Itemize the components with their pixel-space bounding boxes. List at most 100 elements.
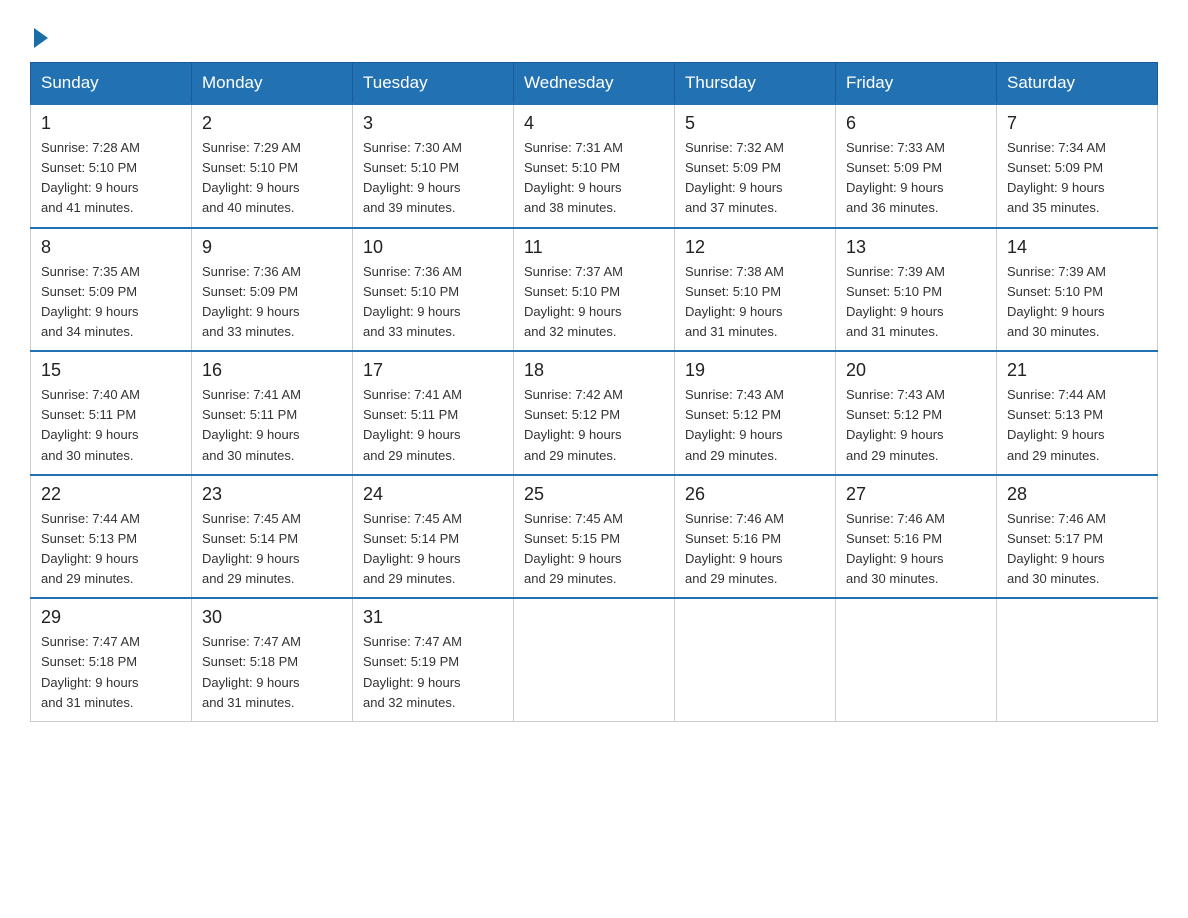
- day-number: 26: [685, 484, 825, 505]
- day-info: Sunrise: 7:31 AMSunset: 5:10 PMDaylight:…: [524, 140, 623, 215]
- table-row: 16 Sunrise: 7:41 AMSunset: 5:11 PMDayligh…: [192, 351, 353, 475]
- table-row: 26Sunrise: 7:46 AMSunset: 5:16 PMDayligh…: [675, 475, 836, 599]
- day-number: 14: [1007, 237, 1147, 258]
- day-number: 29: [41, 607, 181, 628]
- table-row: [514, 598, 675, 721]
- table-row: [836, 598, 997, 721]
- day-number: 2: [202, 113, 342, 134]
- day-number: 24: [363, 484, 503, 505]
- logo: [30, 26, 48, 44]
- day-info: Sunrise: 7:47 AMSunset: 5:18 PMDaylight:…: [41, 634, 140, 709]
- calendar-week-row: 22Sunrise: 7:44 AMSunset: 5:13 PMDayligh…: [31, 475, 1158, 599]
- table-row: 6 Sunrise: 7:33 AMSunset: 5:09 PMDaylight…: [836, 104, 997, 228]
- day-info: Sunrise: 7:37 AMSunset: 5:10 PMDaylight:…: [524, 264, 623, 339]
- day-info: Sunrise: 7:44 AMSunset: 5:13 PMDaylight:…: [1007, 387, 1106, 462]
- day-info: Sunrise: 7:44 AMSunset: 5:13 PMDaylight:…: [41, 511, 140, 586]
- table-row: 1 Sunrise: 7:28 AMSunset: 5:10 PMDaylight…: [31, 104, 192, 228]
- table-row: 29 Sunrise: 7:47 AMSunset: 5:18 PMDayligh…: [31, 598, 192, 721]
- col-header-sunday: Sunday: [31, 63, 192, 105]
- day-number: 25: [524, 484, 664, 505]
- day-info: Sunrise: 7:46 AMSunset: 5:17 PMDaylight:…: [1007, 511, 1106, 586]
- day-number: 15: [41, 360, 181, 381]
- table-row: 7 Sunrise: 7:34 AMSunset: 5:09 PMDaylight…: [997, 104, 1158, 228]
- day-info: Sunrise: 7:39 AMSunset: 5:10 PMDaylight:…: [1007, 264, 1106, 339]
- day-info: Sunrise: 7:42 AMSunset: 5:12 PMDaylight:…: [524, 387, 623, 462]
- col-header-saturday: Saturday: [997, 63, 1158, 105]
- table-row: 8 Sunrise: 7:35 AMSunset: 5:09 PMDaylight…: [31, 228, 192, 352]
- calendar-week-row: 1 Sunrise: 7:28 AMSunset: 5:10 PMDaylight…: [31, 104, 1158, 228]
- col-header-friday: Friday: [836, 63, 997, 105]
- day-info: Sunrise: 7:36 AMSunset: 5:10 PMDaylight:…: [363, 264, 462, 339]
- day-number: 7: [1007, 113, 1147, 134]
- table-row: 14 Sunrise: 7:39 AMSunset: 5:10 PMDayligh…: [997, 228, 1158, 352]
- day-info: Sunrise: 7:36 AMSunset: 5:09 PMDaylight:…: [202, 264, 301, 339]
- day-number: 8: [41, 237, 181, 258]
- day-number: 31: [363, 607, 503, 628]
- table-row: 12 Sunrise: 7:38 AMSunset: 5:10 PMDayligh…: [675, 228, 836, 352]
- day-number: 12: [685, 237, 825, 258]
- day-number: 18: [524, 360, 664, 381]
- table-row: 28 Sunrise: 7:46 AMSunset: 5:17 PMDayligh…: [997, 475, 1158, 599]
- day-info: Sunrise: 7:35 AMSunset: 5:09 PMDaylight:…: [41, 264, 140, 339]
- day-number: 28: [1007, 484, 1147, 505]
- day-info: Sunrise: 7:38 AMSunset: 5:10 PMDaylight:…: [685, 264, 784, 339]
- day-info: Sunrise: 7:28 AMSunset: 5:10 PMDaylight:…: [41, 140, 140, 215]
- calendar-table: Sunday Monday Tuesday Wednesday Thursday…: [30, 62, 1158, 722]
- day-number: 5: [685, 113, 825, 134]
- day-info: Sunrise: 7:41 AMSunset: 5:11 PMDaylight:…: [202, 387, 301, 462]
- day-number: 27: [846, 484, 986, 505]
- col-header-monday: Monday: [192, 63, 353, 105]
- day-info: Sunrise: 7:30 AMSunset: 5:10 PMDaylight:…: [363, 140, 462, 215]
- table-row: 23 Sunrise: 7:45 AMSunset: 5:14 PMDayligh…: [192, 475, 353, 599]
- day-number: 20: [846, 360, 986, 381]
- day-info: Sunrise: 7:47 AMSunset: 5:19 PMDaylight:…: [363, 634, 462, 709]
- table-row: 9 Sunrise: 7:36 AMSunset: 5:09 PMDaylight…: [192, 228, 353, 352]
- day-number: 16: [202, 360, 342, 381]
- day-info: Sunrise: 7:32 AMSunset: 5:09 PMDaylight:…: [685, 140, 784, 215]
- table-row: 18 Sunrise: 7:42 AMSunset: 5:12 PMDayligh…: [514, 351, 675, 475]
- day-info: Sunrise: 7:45 AMSunset: 5:14 PMDaylight:…: [202, 511, 301, 586]
- calendar-week-row: 15Sunrise: 7:40 AMSunset: 5:11 PMDayligh…: [31, 351, 1158, 475]
- table-row: 10 Sunrise: 7:36 AMSunset: 5:10 PMDayligh…: [353, 228, 514, 352]
- day-number: 1: [41, 113, 181, 134]
- table-row: 21 Sunrise: 7:44 AMSunset: 5:13 PMDayligh…: [997, 351, 1158, 475]
- day-number: 21: [1007, 360, 1147, 381]
- table-row: 27Sunrise: 7:46 AMSunset: 5:16 PMDayligh…: [836, 475, 997, 599]
- day-number: 6: [846, 113, 986, 134]
- logo-arrow-icon: [34, 28, 48, 48]
- table-row: [997, 598, 1158, 721]
- day-number: 13: [846, 237, 986, 258]
- day-info: Sunrise: 7:41 AMSunset: 5:11 PMDaylight:…: [363, 387, 462, 462]
- table-row: 22Sunrise: 7:44 AMSunset: 5:13 PMDayligh…: [31, 475, 192, 599]
- day-number: 4: [524, 113, 664, 134]
- day-number: 30: [202, 607, 342, 628]
- table-row: 17Sunrise: 7:41 AMSunset: 5:11 PMDayligh…: [353, 351, 514, 475]
- table-row: 4 Sunrise: 7:31 AMSunset: 5:10 PMDaylight…: [514, 104, 675, 228]
- table-row: 3 Sunrise: 7:30 AMSunset: 5:10 PMDaylight…: [353, 104, 514, 228]
- table-row: 13Sunrise: 7:39 AMSunset: 5:10 PMDayligh…: [836, 228, 997, 352]
- day-info: Sunrise: 7:43 AMSunset: 5:12 PMDaylight:…: [685, 387, 784, 462]
- col-header-wednesday: Wednesday: [514, 63, 675, 105]
- calendar-week-row: 29 Sunrise: 7:47 AMSunset: 5:18 PMDayligh…: [31, 598, 1158, 721]
- day-number: 23: [202, 484, 342, 505]
- table-row: 19 Sunrise: 7:43 AMSunset: 5:12 PMDayligh…: [675, 351, 836, 475]
- day-info: Sunrise: 7:43 AMSunset: 5:12 PMDaylight:…: [846, 387, 945, 462]
- table-row: 20 Sunrise: 7:43 AMSunset: 5:12 PMDayligh…: [836, 351, 997, 475]
- table-row: 24 Sunrise: 7:45 AMSunset: 5:14 PMDayligh…: [353, 475, 514, 599]
- day-info: Sunrise: 7:47 AMSunset: 5:18 PMDaylight:…: [202, 634, 301, 709]
- day-info: Sunrise: 7:45 AMSunset: 5:14 PMDaylight:…: [363, 511, 462, 586]
- day-info: Sunrise: 7:33 AMSunset: 5:09 PMDaylight:…: [846, 140, 945, 215]
- calendar-week-row: 8 Sunrise: 7:35 AMSunset: 5:09 PMDaylight…: [31, 228, 1158, 352]
- day-number: 9: [202, 237, 342, 258]
- table-row: 30 Sunrise: 7:47 AMSunset: 5:18 PMDayligh…: [192, 598, 353, 721]
- table-row: 11Sunrise: 7:37 AMSunset: 5:10 PMDayligh…: [514, 228, 675, 352]
- day-info: Sunrise: 7:45 AMSunset: 5:15 PMDaylight:…: [524, 511, 623, 586]
- day-number: 19: [685, 360, 825, 381]
- day-number: 10: [363, 237, 503, 258]
- day-number: 3: [363, 113, 503, 134]
- page-header: [30, 20, 1158, 44]
- table-row: 2Sunrise: 7:29 AMSunset: 5:10 PMDaylight…: [192, 104, 353, 228]
- day-info: Sunrise: 7:34 AMSunset: 5:09 PMDaylight:…: [1007, 140, 1106, 215]
- table-row: 5 Sunrise: 7:32 AMSunset: 5:09 PMDaylight…: [675, 104, 836, 228]
- table-row: 15Sunrise: 7:40 AMSunset: 5:11 PMDayligh…: [31, 351, 192, 475]
